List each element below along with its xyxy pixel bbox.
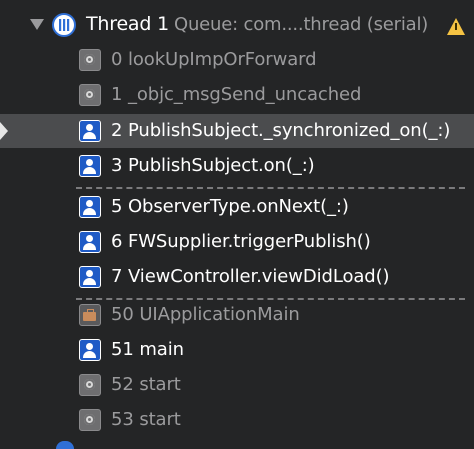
stack-frame-row[interactable]: 50 UIApplicationMain — [0, 298, 474, 332]
user-icon — [79, 196, 101, 218]
warning-icon[interactable] — [447, 18, 465, 35]
stack-frame-row[interactable]: 5 ObserverType.onNext(_:) — [0, 190, 474, 224]
stack-frame-label: 52 start — [111, 374, 181, 395]
stack-frame-label: 5 ObserverType.onNext(_:) — [111, 196, 349, 217]
thread-icon — [52, 13, 76, 37]
stack-frame-row[interactable]: 6 FWSupplier.triggerPublish() — [0, 225, 474, 259]
stack-frame-label: 50 UIApplicationMain — [111, 304, 300, 325]
gear-icon — [79, 409, 101, 431]
user-icon — [79, 339, 101, 361]
current-frame-marker-icon — [0, 122, 8, 140]
briefcase-icon — [79, 304, 101, 326]
user-icon — [79, 155, 101, 177]
thread-title: Thread 1 — [86, 13, 169, 35]
stack-frame-label: 1 _objc_msgSend_uncached — [111, 84, 362, 105]
gear-icon — [79, 84, 101, 106]
stack-frame-row[interactable]: 1 _objc_msgSend_uncached — [0, 78, 474, 112]
stack-frame-label: 7 ViewController.viewDidLoad() — [111, 266, 390, 287]
thread-header[interactable]: Thread 1 Queue: com....thread (serial) — [0, 4, 474, 44]
stack-frame-label: 53 start — [111, 409, 181, 430]
user-icon — [79, 231, 101, 253]
user-icon — [79, 266, 101, 288]
stack-frame-row[interactable]: 3 PublishSubject.on(_:) — [0, 149, 474, 183]
thread-queue-label: Queue: com....thread (serial) — [174, 14, 429, 35]
user-icon — [79, 120, 101, 142]
stack-frame-row[interactable]: 7 ViewController.viewDidLoad() — [0, 260, 474, 294]
stack-frame-label: 0 lookUpImpOrForward — [111, 49, 317, 70]
stack-frame-row[interactable]: 52 start — [0, 368, 474, 402]
skipped-frames-divider — [76, 187, 465, 189]
stack-frame-label: 6 FWSupplier.triggerPublish() — [111, 231, 371, 252]
next-thread-icon — [56, 441, 74, 449]
gear-icon — [79, 374, 101, 396]
disclosure-triangle-icon[interactable] — [30, 19, 44, 30]
stack-frame-row[interactable]: 51 main — [0, 333, 474, 367]
stack-frame-row[interactable]: 0 lookUpImpOrForward — [0, 43, 474, 77]
stack-frame-label: 3 PublishSubject.on(_:) — [111, 155, 315, 176]
stack-frame-row[interactable]: 53 start — [0, 403, 474, 437]
stack-frame-label: 51 main — [111, 339, 184, 360]
stack-frame-row-selected[interactable]: 2 PublishSubject._synchronized_on(_:) — [0, 114, 474, 148]
gear-icon — [79, 49, 101, 71]
stack-frame-label: 2 PublishSubject._synchronized_on(_:) — [111, 120, 451, 141]
